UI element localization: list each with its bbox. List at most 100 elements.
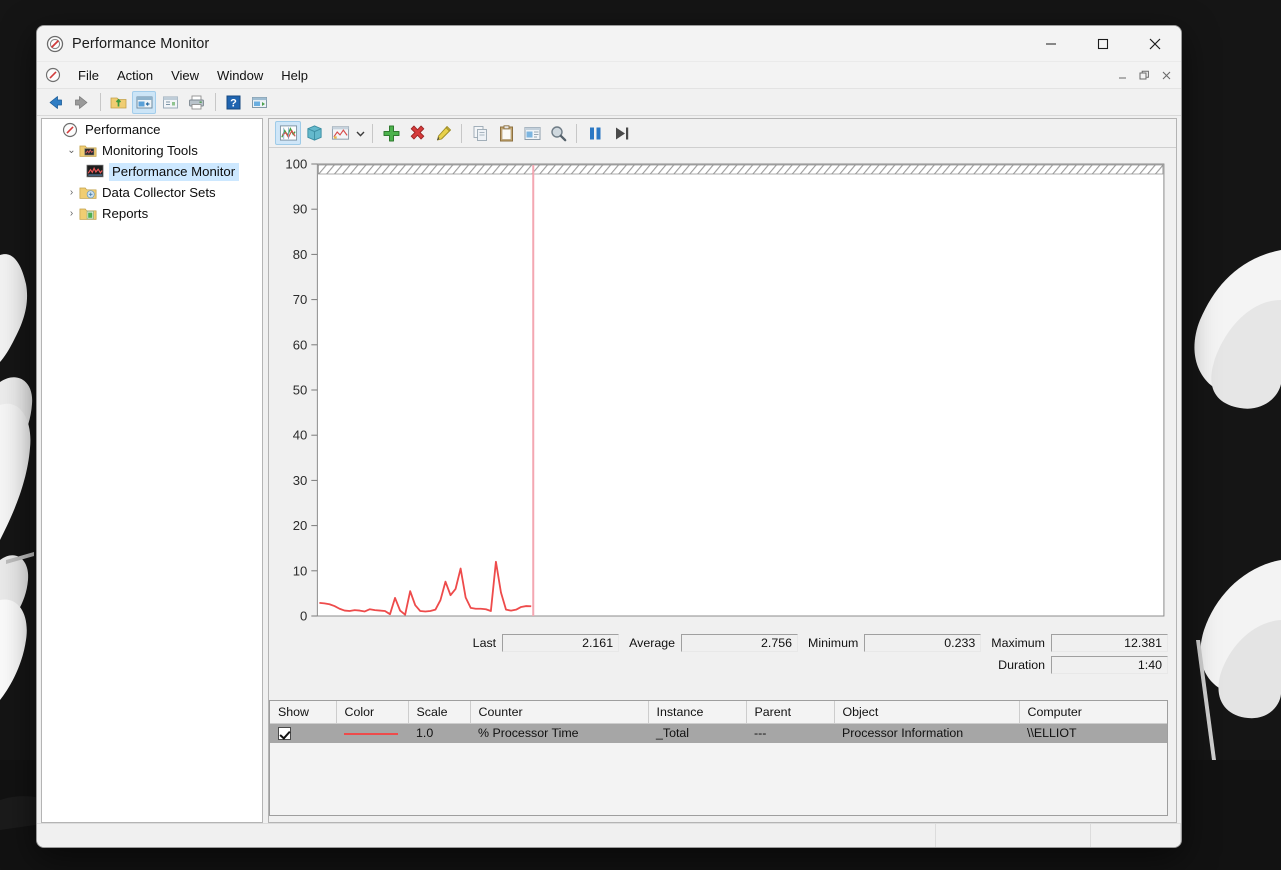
add-counter-icon[interactable]: [378, 121, 404, 145]
svg-text:?: ?: [230, 97, 237, 109]
graph-toolbar-separator-1: [372, 124, 373, 143]
graph-toolbar: [269, 119, 1176, 148]
console-tree[interactable]: Performance ⌄ Monitoring Tools: [41, 118, 263, 823]
series-color-swatch: [344, 733, 398, 735]
statistics-row-1: Last 2.161 Average 2.756 Minimum 0.233 M…: [269, 634, 1168, 652]
table-row[interactable]: 1.0 % Processor Time _Total --- Processo…: [270, 723, 1167, 743]
legend-table: Show Color Scale Counter Instance Parent…: [270, 701, 1167, 743]
statistics-panel: Last 2.161 Average 2.756 Minimum 0.233 M…: [269, 634, 1168, 678]
performance-icon: [62, 122, 80, 137]
x-axis-tick-label: 08:47:58 PM: [317, 627, 388, 628]
maximum-label: Maximum: [981, 636, 1051, 650]
y-axis-tick-label: 40: [293, 428, 308, 443]
y-axis: 0102030405060708090100: [285, 157, 317, 624]
view-histogram-icon[interactable]: [301, 121, 327, 145]
menu-bar: File Action View Window Help: [37, 62, 1181, 89]
change-graph-type-icon[interactable]: [327, 121, 353, 145]
status-bar-segment-1: [936, 824, 1091, 847]
minimum-label: Minimum: [798, 636, 864, 650]
graph-properties-icon[interactable]: [519, 121, 545, 145]
freeze-display-icon[interactable]: [582, 121, 608, 145]
graph-region: 0102030405060708090100 08:47:58 PM08:48:…: [269, 148, 1176, 822]
show-hide-console-tree-icon[interactable]: [132, 91, 156, 114]
tree-item-reports[interactable]: › Reports: [42, 203, 262, 224]
counter-legend[interactable]: Show Color Scale Counter Instance Parent…: [269, 700, 1168, 816]
update-data-icon[interactable]: [608, 121, 634, 145]
menu-window[interactable]: Window: [208, 65, 272, 86]
legend-col-computer[interactable]: Computer: [1019, 701, 1167, 723]
legend-col-counter[interactable]: Counter: [470, 701, 648, 723]
menu-help[interactable]: Help: [272, 65, 317, 86]
tree-item-performance[interactable]: Performance: [42, 119, 262, 140]
tree-label: Performance Monitor: [109, 163, 239, 181]
zoom-icon[interactable]: [545, 121, 571, 145]
menu-action[interactable]: Action: [108, 65, 162, 86]
tree-label: Data Collector Sets: [102, 185, 216, 200]
average-label: Average: [619, 636, 681, 650]
new-window-icon[interactable]: [247, 91, 271, 114]
tree-item-data-collector-sets[interactable]: › Data Collector Sets: [42, 182, 262, 203]
mdi-window-controls: [1111, 66, 1181, 85]
x-axis-tick-label: 08:49:36 PM: [1093, 627, 1164, 628]
legend-scale-cell: 1.0: [408, 723, 470, 743]
copy-properties-icon[interactable]: [467, 121, 493, 145]
print-icon[interactable]: [184, 91, 208, 114]
tree-label: Performance: [85, 122, 161, 137]
tree-twisty-expanded[interactable]: ⌄: [64, 145, 79, 156]
mdi-close-button[interactable]: [1155, 66, 1177, 85]
minimize-button[interactable]: [1025, 26, 1077, 62]
statistics-row-2: Duration 1:40: [269, 656, 1168, 674]
tree-label: Reports: [102, 206, 148, 221]
performance-monitor-window: Performance Monitor File Action View Win…: [36, 25, 1182, 848]
status-bar: [37, 823, 1181, 847]
menu-file[interactable]: File: [69, 65, 108, 86]
mdi-minimize-button[interactable]: [1111, 66, 1133, 85]
chevron-down-icon[interactable]: [353, 121, 367, 145]
perfmon-icon: [46, 35, 64, 53]
menu-view[interactable]: View: [162, 65, 208, 86]
window-controls: [1025, 26, 1181, 62]
show-checkbox[interactable]: [278, 727, 291, 740]
duration-value: 1:40: [1051, 656, 1168, 674]
tree-item-monitoring-tools[interactable]: ⌄ Monitoring Tools: [42, 140, 262, 161]
workspace: Performance ⌄ Monitoring Tools: [37, 116, 1181, 823]
help-icon[interactable]: ?: [221, 91, 245, 114]
title-bar: Performance Monitor: [37, 26, 1181, 62]
window-title: Performance Monitor: [72, 36, 209, 52]
y-axis-tick-label: 90: [293, 202, 308, 217]
performance-chart[interactable]: 0102030405060708090100 08:47:58 PM08:48:…: [269, 148, 1176, 628]
forward-icon[interactable]: [69, 91, 93, 114]
chart-canvas[interactable]: 0102030405060708090100 08:47:58 PM08:48:…: [269, 148, 1176, 628]
tree-twisty-collapsed[interactable]: ›: [64, 208, 79, 219]
legend-show-checkbox-cell[interactable]: [270, 723, 336, 743]
legend-col-show[interactable]: Show: [270, 701, 336, 723]
legend-col-scale[interactable]: Scale: [408, 701, 470, 723]
status-bar-segment-2: [1091, 824, 1181, 847]
legend-col-object[interactable]: Object: [834, 701, 1019, 723]
x-axis-tick-label: 08:49:00 PM: [846, 627, 917, 628]
close-button[interactable]: [1129, 26, 1181, 62]
tree-item-performance-monitor[interactable]: Performance Monitor: [42, 161, 262, 182]
legend-col-parent[interactable]: Parent: [746, 701, 834, 723]
legend-col-instance[interactable]: Instance: [648, 701, 746, 723]
legend-header-row: Show Color Scale Counter Instance Parent…: [270, 701, 1167, 723]
mdi-restore-button[interactable]: [1133, 66, 1155, 85]
up-one-level-icon[interactable]: [106, 91, 130, 114]
back-icon[interactable]: [43, 91, 67, 114]
graph-toolbar-separator-3: [576, 124, 577, 143]
maximize-button[interactable]: [1077, 26, 1129, 62]
legend-counter-cell: % Processor Time: [470, 723, 648, 743]
last-label: Last: [463, 636, 502, 650]
view-graph-icon[interactable]: [275, 121, 301, 145]
y-axis-tick-label: 20: [293, 518, 308, 533]
legend-col-color[interactable]: Color: [336, 701, 408, 723]
highlight-icon[interactable]: [430, 121, 456, 145]
y-axis-tick-label: 10: [293, 563, 308, 578]
delete-counter-icon[interactable]: [404, 121, 430, 145]
legend-parent-cell: ---: [746, 723, 834, 743]
last-value: 2.161: [502, 634, 619, 652]
tree-twisty-collapsed[interactable]: ›: [64, 187, 79, 198]
paste-counter-list-icon[interactable]: [493, 121, 519, 145]
properties-icon[interactable]: [158, 91, 182, 114]
minimum-value: 0.233: [864, 634, 981, 652]
